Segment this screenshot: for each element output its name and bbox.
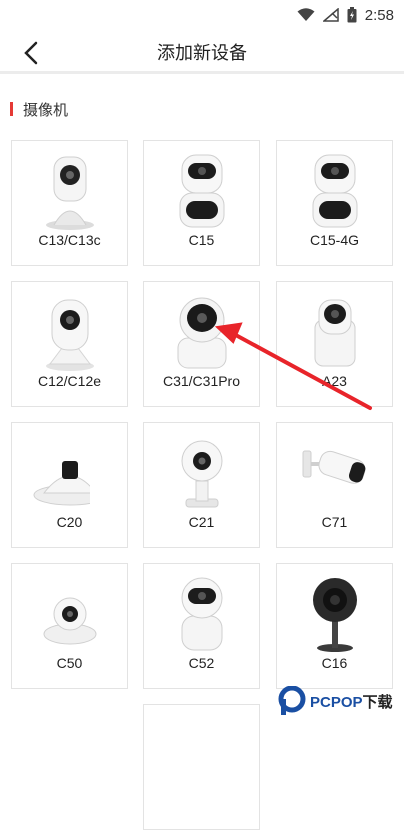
status-bar: 2:58: [0, 0, 404, 30]
camera-a23-icon: [314, 299, 356, 367]
device-card-c71[interactable]: C71: [276, 422, 393, 548]
device-card-partial[interactable]: [143, 704, 260, 830]
camera-c21-icon: [181, 440, 223, 508]
watermark-text: PCPOP下载: [310, 691, 393, 712]
device-card-c13[interactable]: C13/C13c: [11, 140, 128, 266]
device-card-a23[interactable]: A23: [276, 281, 393, 407]
device-card-c50[interactable]: C50: [11, 563, 128, 689]
device-label: C50: [56, 655, 83, 671]
camera-c31-icon: [177, 297, 227, 369]
camera-c13-icon: [46, 156, 94, 230]
section-header: 摄像机: [10, 99, 68, 119]
camera-c12-icon: [46, 299, 94, 371]
device-card-c12[interactable]: C12/C12e: [11, 281, 128, 407]
device-label: C15: [188, 232, 215, 248]
battery-charging-icon: [347, 7, 357, 23]
header: 添加新设备: [0, 30, 404, 74]
camera-c15-icon: [179, 154, 225, 228]
device-card-c52[interactable]: C52: [143, 563, 260, 689]
device-label: C20: [56, 514, 83, 530]
device-label: C12/C12e: [37, 373, 102, 389]
device-label: C52: [188, 655, 215, 671]
device-label: C31/C31Pro: [162, 373, 241, 389]
camera-c16-icon: [313, 578, 357, 652]
device-label: C13/C13c: [38, 232, 101, 248]
device-label: C15-4G: [309, 232, 360, 248]
watermark-suffix: 下载: [362, 693, 393, 711]
device-label: A23: [322, 373, 347, 389]
status-time: 2:58: [364, 6, 394, 24]
device-label: C21: [188, 514, 215, 530]
device-card-c31[interactable]: C31/C31Pro: [143, 281, 260, 407]
device-card-c21[interactable]: C21: [143, 422, 260, 548]
camera-c71-icon: [302, 450, 366, 484]
camera-c20-icon: [33, 461, 90, 506]
camera-c15-4g-icon: [312, 154, 358, 228]
device-card-c16[interactable]: C16: [276, 563, 393, 689]
section-accent-bar: [10, 102, 13, 116]
no-signal-icon: [322, 8, 339, 22]
device-card-c20[interactable]: C20: [11, 422, 128, 548]
device-label: C71: [321, 514, 348, 530]
pcpop-watermark: PCPOP下载: [278, 684, 402, 718]
camera-c50-icon: [43, 597, 97, 645]
page-title: 添加新设备: [157, 43, 247, 63]
device-label: C16: [321, 655, 348, 671]
device-card-c15[interactable]: C15: [143, 140, 260, 266]
watermark-brand: PCPOP: [310, 693, 363, 711]
camera-c52-icon: [181, 577, 223, 651]
wifi-icon: [297, 8, 315, 21]
device-card-c15-4g[interactable]: C15-4G: [276, 140, 393, 266]
section-title: 摄像机: [23, 101, 69, 119]
pcpop-logo-icon: [278, 686, 306, 715]
